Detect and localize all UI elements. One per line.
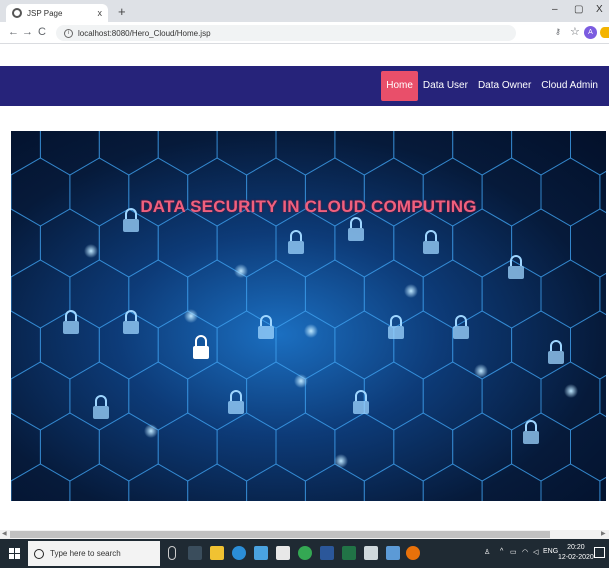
light-spark	[334, 454, 348, 468]
padlock-icon	[453, 315, 469, 339]
chrome-icon[interactable]	[298, 546, 312, 560]
search-placeholder: Type here to search	[50, 549, 121, 558]
padlock-icon	[388, 315, 404, 339]
chevron-up-icon[interactable]: ^	[500, 548, 503, 555]
padlock-icon	[348, 217, 364, 241]
light-spark	[304, 324, 318, 338]
hero-title: DATA SECURITY IN CLOUD COMPUTING	[140, 197, 477, 216]
profile-avatar[interactable]: A	[584, 26, 597, 39]
language-indicator[interactable]: ENG	[543, 548, 558, 555]
word-icon[interactable]	[320, 546, 334, 560]
light-spark	[564, 384, 578, 398]
microphone-icon[interactable]	[168, 546, 176, 560]
taskbar: Type here to search ♙ ^ ▭ ◠ ◁ ENG 20:20 …	[0, 539, 609, 568]
close-tab-icon[interactable]: x	[98, 8, 103, 18]
scroll-right-arrow-icon[interactable]: ▶	[601, 530, 606, 537]
nav-links: Home Data User Data Owner Cloud Admin	[381, 66, 603, 106]
edge-icon[interactable]	[232, 546, 246, 560]
store-icon[interactable]	[254, 546, 268, 560]
tab-title: JSP Page	[27, 8, 63, 18]
padlock-icon	[228, 390, 244, 414]
bookmark-star-icon[interactable]: ☆	[570, 25, 580, 38]
globe-icon	[12, 8, 22, 18]
clock-time: 20:20	[567, 544, 585, 551]
light-spark	[184, 309, 198, 323]
key-icon[interactable]: ⚷	[555, 27, 561, 36]
browser-window: JSP Page x + – ▢ X ← → C i localhost:808…	[0, 0, 609, 568]
minimize-button[interactable]: –	[552, 4, 558, 15]
light-spark	[234, 264, 248, 278]
hexagon-lock-background	[11, 131, 606, 501]
scroll-left-arrow-icon[interactable]: ◀	[2, 530, 7, 537]
firefox-icon[interactable]	[406, 546, 420, 560]
nav-cloud-admin[interactable]: Cloud Admin	[536, 71, 603, 101]
padlock-icon	[353, 390, 369, 414]
light-spark	[294, 374, 308, 388]
file-explorer-icon[interactable]	[210, 546, 224, 560]
padlock-icon	[193, 335, 209, 359]
horizontal-scrollbar[interactable]: ◀ ▶	[0, 530, 609, 539]
light-spark	[144, 424, 158, 438]
maximize-button[interactable]: ▢	[574, 4, 583, 15]
padlock-icon	[63, 310, 79, 334]
padlock-icon	[93, 395, 109, 419]
forward-button[interactable]: →	[22, 26, 33, 38]
reload-button[interactable]: C	[38, 26, 46, 38]
system-clock[interactable]: 20:20 12-02-2020	[558, 543, 594, 563]
url-text: localhost:8080/Hero_Cloud/Home.jsp	[78, 28, 211, 38]
padlock-icon	[423, 230, 439, 254]
url-field[interactable]: i localhost:8080/Hero_Cloud/Home.jsp	[56, 25, 516, 41]
light-spark	[84, 244, 98, 258]
tab-strip: JSP Page x + – ▢ X	[0, 0, 609, 22]
photos-icon[interactable]	[364, 546, 378, 560]
padlock-icon	[123, 310, 139, 334]
site-navbar: Home Data User Data Owner Cloud Admin	[0, 66, 609, 106]
nav-home[interactable]: Home	[381, 71, 418, 101]
address-bar: ← → C i localhost:8080/Hero_Cloud/Home.j…	[0, 22, 609, 44]
info-icon[interactable]: i	[64, 28, 73, 38]
app-icon[interactable]	[386, 546, 400, 560]
scrollbar-thumb[interactable]	[10, 531, 550, 538]
new-tab-button[interactable]: +	[118, 4, 126, 19]
cortana-icon	[34, 548, 44, 559]
taskbar-search[interactable]: Type here to search	[28, 541, 160, 566]
padlock-icon	[523, 420, 539, 444]
wifi-icon[interactable]: ◠	[522, 548, 528, 556]
light-spark	[474, 364, 488, 378]
volume-icon[interactable]: ◁	[533, 548, 538, 556]
back-button[interactable]: ←	[8, 26, 19, 38]
windows-start-icon[interactable]	[9, 548, 20, 559]
padlock-icon	[258, 315, 274, 339]
extension-icon[interactable]	[600, 27, 609, 38]
padlock-icon	[548, 340, 564, 364]
padlock-icon	[288, 230, 304, 254]
mail-icon[interactable]	[276, 546, 290, 560]
browser-tab[interactable]: JSP Page x	[6, 4, 108, 22]
clock-date: 12-02-2020	[558, 554, 594, 561]
close-window-button[interactable]: X	[596, 4, 603, 15]
padlock-icon	[508, 255, 524, 279]
network-icon[interactable]: ▭	[510, 548, 517, 556]
nav-data-owner[interactable]: Data Owner	[473, 71, 536, 101]
notification-icon[interactable]	[594, 547, 605, 558]
excel-icon[interactable]	[342, 546, 356, 560]
task-view-icon[interactable]	[188, 546, 202, 560]
nav-data-user[interactable]: Data User	[418, 71, 473, 101]
light-spark	[404, 284, 418, 298]
people-icon[interactable]: ♙	[484, 548, 490, 556]
hero-banner: DATA SECURITY IN CLOUD COMPUTING	[11, 131, 606, 501]
